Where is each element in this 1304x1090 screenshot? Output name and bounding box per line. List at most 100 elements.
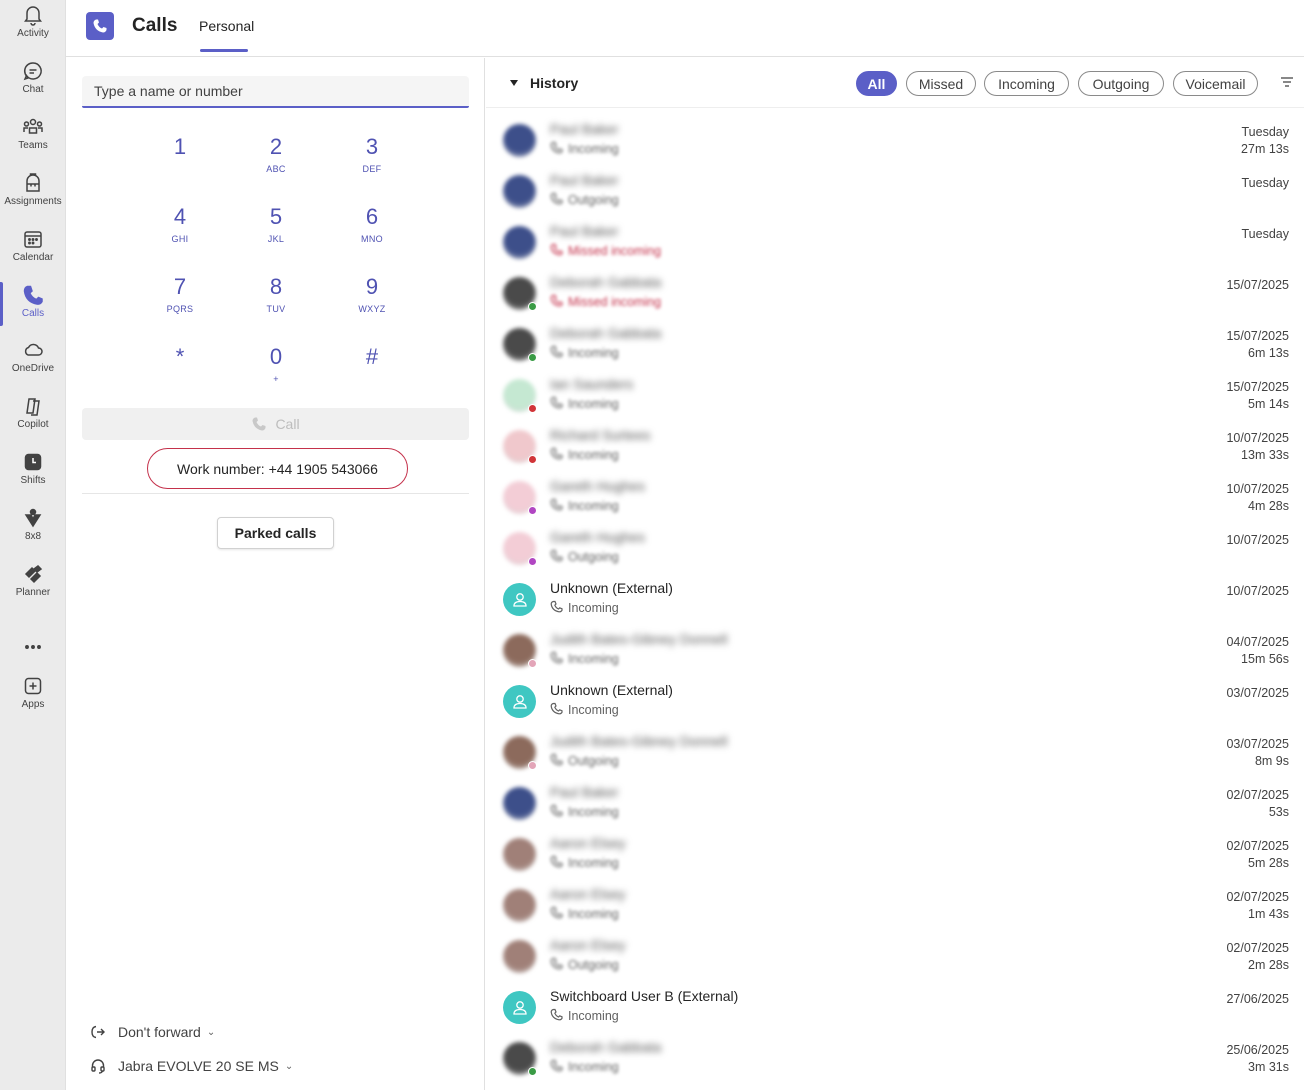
call-type: Incoming xyxy=(550,855,619,871)
call-history-row[interactable]: Paul Baker Incoming Tuesday 27m 13s xyxy=(486,116,1304,167)
call-duration: 27m 13s xyxy=(1241,142,1289,156)
filter-icon[interactable] xyxy=(1280,76,1294,88)
dial-key-0[interactable]: 0 + xyxy=(246,344,306,398)
dial-key-8[interactable]: 8 TUV xyxy=(246,274,306,328)
call-date-duration: 10/07/2025 xyxy=(1226,532,1289,549)
call-history-row[interactable]: Ian Saunders Incoming 15/07/2025 5m 14s xyxy=(486,371,1304,422)
rail-item-calendar[interactable]: Calendar xyxy=(0,224,66,276)
rail-item-copilot[interactable]: Copilot xyxy=(0,391,66,443)
call-type: Incoming xyxy=(550,600,619,616)
dial-key-letters: ABC xyxy=(266,164,286,174)
parked-calls-button[interactable]: Parked calls xyxy=(217,517,334,549)
call-forward-icon xyxy=(91,1025,105,1039)
filter-chip-voicemail[interactable]: Voicemail xyxy=(1173,71,1258,96)
call-type: Incoming xyxy=(550,345,619,361)
dial-key-6[interactable]: 6 MNO xyxy=(342,204,402,258)
call-duration: 13m 33s xyxy=(1241,448,1289,462)
call-history-row[interactable]: Aaron Elsey Incoming 02/07/2025 1m 43s xyxy=(486,881,1304,932)
call-date-duration: 02/07/2025 2m 28s xyxy=(1226,940,1289,974)
dial-key-3[interactable]: 3 DEF xyxy=(342,134,402,188)
rail-item-8x8[interactable]: 8x8 xyxy=(0,503,66,555)
rail-item-label: Activity xyxy=(17,28,49,39)
call-type: Incoming xyxy=(550,906,619,922)
rail-item-more[interactable] xyxy=(0,622,66,674)
call-history-row[interactable]: Deborah Gabbata Missed incoming 15/07/2025 xyxy=(486,269,1304,320)
outgoing-call-icon xyxy=(550,753,563,769)
call-history-row[interactable]: Natasha G25/06/2025 xyxy=(486,1085,1304,1090)
rail-item-activity[interactable]: Activity xyxy=(0,0,66,52)
call-forwarding-dropdown[interactable]: Don't forward ⌄ xyxy=(90,1020,215,1044)
chat-icon xyxy=(22,60,44,82)
call-history-row[interactable]: Aaron Elsey Incoming 02/07/2025 5m 28s xyxy=(486,830,1304,881)
call-button[interactable]: Call xyxy=(82,408,469,440)
rail-item-apps[interactable]: Apps xyxy=(0,671,66,723)
call-history-row[interactable]: Unknown (External) Incoming 03/07/2025 xyxy=(486,677,1304,728)
dial-key-9[interactable]: 9 WXYZ xyxy=(342,274,402,328)
collapse-caret-icon[interactable] xyxy=(510,80,518,86)
call-history-row[interactable]: Unknown (External) Incoming 10/07/2025 xyxy=(486,575,1304,626)
dial-key-7[interactable]: 7 PQRS xyxy=(150,274,210,328)
dial-key-2[interactable]: 2 ABC xyxy=(246,134,306,188)
call-date: 10/07/2025 xyxy=(1226,533,1289,547)
call-history-row[interactable]: Aaron Elsey Outgoing 02/07/2025 2m 28s xyxy=(486,932,1304,983)
dial-key-star[interactable]: * xyxy=(150,344,210,398)
call-duration: 8m 9s xyxy=(1254,754,1289,768)
presence-status-dot xyxy=(528,761,537,770)
dial-key-1[interactable]: 1 xyxy=(150,134,210,188)
call-date-duration: 25/06/2025 3m 31s xyxy=(1226,1042,1289,1076)
filter-chip-missed[interactable]: Missed xyxy=(906,71,976,96)
call-type-label: Incoming xyxy=(568,1009,619,1023)
person-icon xyxy=(512,694,527,709)
rail-item-planner[interactable]: Planner xyxy=(0,559,66,611)
filter-chip-outgoing[interactable]: Outgoing xyxy=(1078,71,1164,96)
dial-key-hash[interactable]: # xyxy=(342,344,402,398)
audio-device-dropdown[interactable]: Jabra EVOLVE 20 SE MS ⌄ xyxy=(90,1054,293,1078)
rail-item-label: 8x8 xyxy=(24,531,42,542)
audio-device-label: Jabra EVOLVE 20 SE MS xyxy=(118,1058,279,1074)
call-type-label: Missed incoming xyxy=(568,295,662,309)
dial-key-letters: GHI xyxy=(171,234,189,244)
rail-item-calls[interactable]: Calls xyxy=(0,280,66,332)
call-type-label: Outgoing xyxy=(568,754,619,768)
call-history-row[interactable]: Switchboard User B (External) Incoming 27/… xyxy=(486,983,1304,1034)
dial-key-letters: TUV xyxy=(266,304,286,314)
call-type: Missed incoming xyxy=(550,243,661,259)
rail-item-assignments[interactable]: Assignments xyxy=(0,168,66,220)
call-date: 10/07/2025 xyxy=(1226,482,1289,496)
call-history-row[interactable]: Richard Surtees Incoming 10/07/2025 13m 33s xyxy=(486,422,1304,473)
tab-personal[interactable]: Personal xyxy=(199,18,254,34)
call-history-row[interactable]: Paul Baker Missed incoming Tuesday xyxy=(486,218,1304,269)
call-history-row[interactable]: Paul Baker Incoming 02/07/2025 53s xyxy=(486,779,1304,830)
call-date: 02/07/2025 xyxy=(1226,839,1289,853)
chevron-down-icon: ⌄ xyxy=(206,1026,216,1038)
call-date: 02/07/2025 xyxy=(1226,788,1289,802)
call-history-row[interactable]: Paul Baker Outgoing Tuesday xyxy=(486,167,1304,218)
dial-key-4[interactable]: 4 GHI xyxy=(150,204,210,258)
call-type: Incoming xyxy=(550,141,619,157)
call-type-label: Incoming xyxy=(568,448,619,462)
filter-chip-all[interactable]: All xyxy=(856,71,897,96)
call-date-duration: 03/07/2025 xyxy=(1226,685,1289,702)
rail-item-shifts[interactable]: Shifts xyxy=(0,447,66,499)
call-duration: 5m 14s xyxy=(1248,397,1289,411)
call-history-row[interactable]: Deborah Gabbata Incoming 25/06/2025 3m 31s xyxy=(486,1034,1304,1085)
filter-chip-incoming[interactable]: Incoming xyxy=(984,71,1069,96)
avatar xyxy=(503,838,536,871)
contact-name: Aaron Elsey xyxy=(550,937,626,953)
call-history-row[interactable]: Gareth Hughes Incoming 10/07/2025 4m 28s xyxy=(486,473,1304,524)
call-history-row[interactable]: Gareth Hughes Outgoing 10/07/2025 xyxy=(486,524,1304,575)
call-forwarding-label: Don't forward xyxy=(118,1024,201,1040)
call-date: 10/07/2025 xyxy=(1226,431,1289,445)
rail-item-teams[interactable]: Teams xyxy=(0,112,66,164)
dial-search-input[interactable] xyxy=(82,76,469,108)
rail-item-onedrive[interactable]: OneDrive xyxy=(0,335,66,387)
missed-call-icon xyxy=(550,294,563,310)
call-history-row[interactable]: Deborah Gabbata Incoming 15/07/2025 6m 13s xyxy=(486,320,1304,371)
call-type: Incoming xyxy=(550,702,619,718)
call-history-row[interactable]: Judith Bates-Gibney Donnell Incoming 04/07… xyxy=(486,626,1304,677)
presence-status-dot xyxy=(528,404,537,413)
call-history-row[interactable]: Judith Bates-Gibney Donnell Outgoing 03/07… xyxy=(486,728,1304,779)
rail-item-chat[interactable]: Chat xyxy=(0,56,66,108)
dial-key-digit: 4 xyxy=(173,204,187,229)
dial-key-5[interactable]: 5 JKL xyxy=(246,204,306,258)
